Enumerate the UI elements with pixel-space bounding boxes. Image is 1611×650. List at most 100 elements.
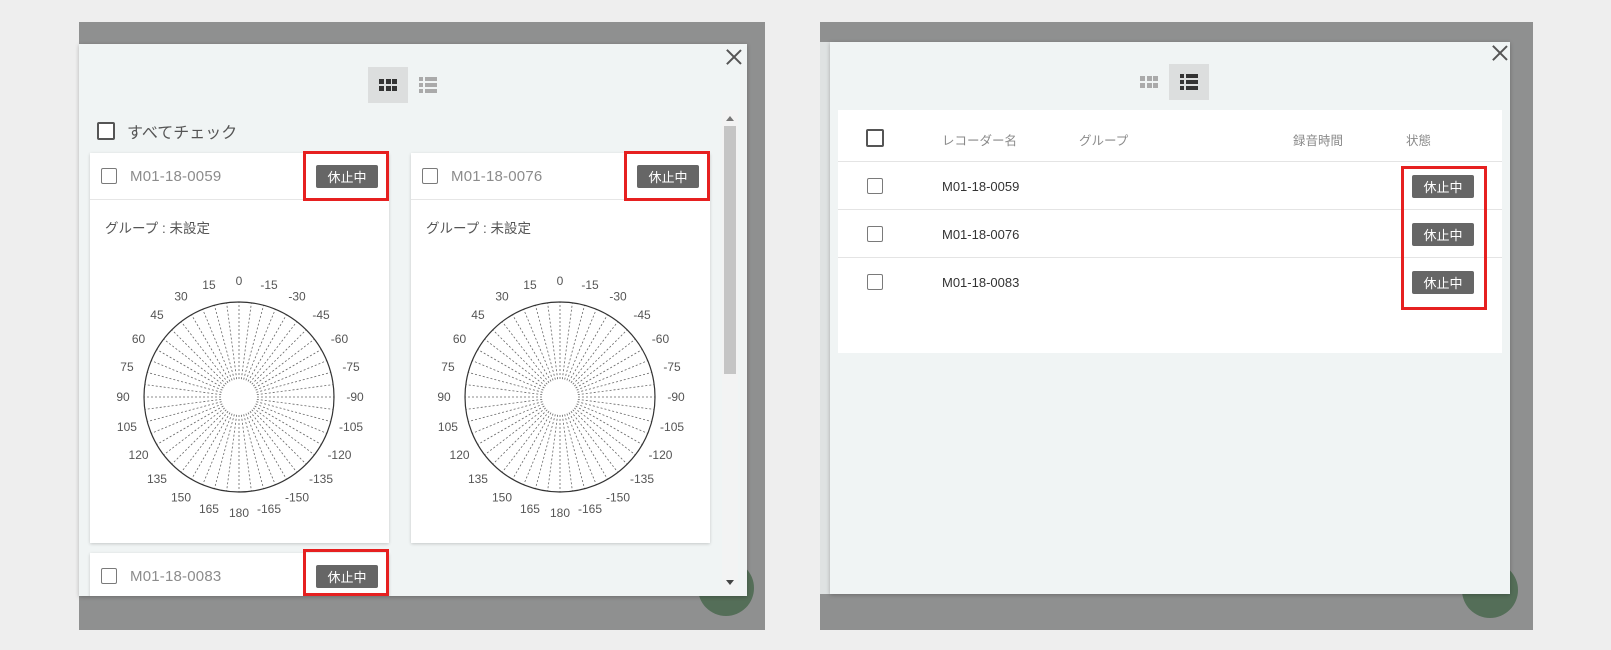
- card-checkbox[interactable]: [101, 168, 117, 184]
- column-header-time[interactable]: 録音時間: [1293, 130, 1343, 149]
- dial-spoke: [247, 314, 287, 382]
- dial-spoke: [501, 321, 550, 383]
- left-modal: すべてチェック M01-18-0059 休止中 グループ : 未設定 0 -15-…: [79, 44, 747, 596]
- dial-spoke: [251, 409, 307, 465]
- dial-angle-label: 180: [550, 506, 570, 520]
- dial-spoke: [255, 403, 327, 434]
- dial-spoke: [574, 407, 636, 456]
- recorder-name: M01-18-0076: [942, 227, 1020, 242]
- dial-spoke: [477, 405, 545, 445]
- column-header-name[interactable]: レコーダー名: [942, 130, 1017, 149]
- dial-spoke: [512, 412, 552, 480]
- close-icon[interactable]: [725, 48, 743, 66]
- dial-spoke: [561, 302, 573, 380]
- dial-angle-label: 150: [171, 490, 191, 504]
- grid-view-icon: [379, 79, 397, 91]
- column-header-status[interactable]: 状態: [1406, 130, 1431, 149]
- dial-spoke: [575, 349, 643, 389]
- dial-angle-label: 165: [199, 502, 219, 516]
- dial-spoke: [572, 409, 628, 465]
- view-toggle: [1129, 64, 1209, 100]
- dial-spoke: [144, 384, 222, 396]
- dial-spoke: [256, 384, 334, 396]
- dial-spoke: [253, 407, 315, 456]
- grid-view-button[interactable]: [1129, 64, 1169, 100]
- scroll-thumb[interactable]: [724, 126, 736, 374]
- dial-spoke: [576, 360, 648, 391]
- dial-spoke: [251, 329, 307, 385]
- dial-angle-label: -90: [667, 390, 685, 404]
- scroll-up-icon[interactable]: [726, 116, 734, 121]
- row-checkbox[interactable]: [867, 274, 883, 290]
- recorder-name: M01-18-0059: [130, 167, 222, 185]
- dial-angle-label: 135: [468, 472, 488, 486]
- dial-angle-label: 165: [520, 502, 540, 516]
- column-header-group[interactable]: グループ: [1079, 130, 1128, 149]
- scroll-down-icon[interactable]: [726, 580, 734, 585]
- dial-spoke: [256, 398, 334, 410]
- dial-spoke: [484, 407, 546, 456]
- dial-spoke: [163, 407, 225, 456]
- recorder-name: M01-18-0083: [130, 567, 222, 585]
- card-checkbox[interactable]: [422, 168, 438, 184]
- dial-angle-label: 15: [523, 278, 537, 292]
- dial-spoke: [249, 411, 298, 473]
- dial-spoke: [523, 309, 554, 381]
- list-view-button[interactable]: [1169, 64, 1209, 100]
- dial-angle-label: -120: [327, 448, 351, 462]
- list-view-button[interactable]: [408, 67, 448, 103]
- dial-spoke: [577, 384, 655, 396]
- direction-dial: 0 -15 -30 -45-60 -75 -90 -105 -120 -135-150 -165 1…: [437, 274, 685, 520]
- dial-spoke: [156, 349, 224, 389]
- grid-view-button[interactable]: [368, 67, 408, 103]
- dial-angle-label: 15: [202, 278, 216, 292]
- dial-angle-label: -120: [648, 448, 672, 462]
- dial-spoke: [501, 411, 550, 473]
- dial-angle-label: -60: [331, 332, 349, 346]
- recorder-name: M01-18-0076: [451, 167, 543, 185]
- dial-angle-label: -90: [346, 390, 364, 404]
- card-checkbox[interactable]: [101, 568, 117, 584]
- dial-spoke: [568, 412, 608, 480]
- dial-angle-label: -45: [633, 308, 651, 322]
- dial-angle-label: -30: [609, 290, 627, 304]
- dial-angle-label: -75: [342, 360, 360, 374]
- select-all-checkbox[interactable]: [97, 122, 115, 140]
- status-highlight: [1401, 166, 1487, 310]
- dial-spoke: [570, 321, 619, 383]
- recorder-name: M01-18-0083: [942, 275, 1020, 290]
- dial-spoke: [570, 411, 619, 473]
- dial-spoke: [202, 309, 233, 381]
- dial-spoke: [561, 414, 573, 492]
- dial-angle-label: -165: [578, 502, 602, 516]
- close-icon[interactable]: [1491, 44, 1509, 62]
- dial-angle-label: 0: [236, 274, 243, 288]
- dial-spoke: [566, 413, 597, 485]
- dial-angle-label: 45: [471, 308, 485, 322]
- dial-spoke: [576, 403, 648, 434]
- scrollbar[interactable]: [722, 110, 738, 590]
- dial-spoke: [492, 409, 548, 465]
- dial-angle-label: 45: [150, 308, 164, 322]
- dial-angle-label: 180: [229, 506, 249, 520]
- dial-angle-label: 90: [116, 390, 130, 404]
- dial-spoke: [254, 405, 322, 445]
- status-highlight: [303, 549, 389, 596]
- select-all-checkbox[interactable]: [866, 129, 884, 147]
- dial-spoke: [512, 314, 552, 382]
- select-all-label: すべてチェック: [127, 125, 238, 142]
- select-all[interactable]: すべてチェック: [97, 119, 237, 143]
- dial-angle-label: -105: [660, 420, 684, 434]
- row-checkbox[interactable]: [867, 226, 883, 242]
- dial-angle-label: -15: [581, 278, 599, 292]
- dial-angle-label: 0: [557, 274, 564, 288]
- dial-spoke: [226, 302, 238, 380]
- dial-angle-label: 120: [450, 448, 470, 462]
- dial-angle-label: 60: [132, 332, 146, 346]
- grid-view-icon: [1140, 76, 1158, 88]
- dial-angle-label: 75: [441, 360, 455, 374]
- row-checkbox[interactable]: [867, 178, 883, 194]
- dial-spoke: [568, 314, 608, 382]
- dial-spoke: [151, 403, 223, 434]
- dial-spoke: [492, 329, 548, 385]
